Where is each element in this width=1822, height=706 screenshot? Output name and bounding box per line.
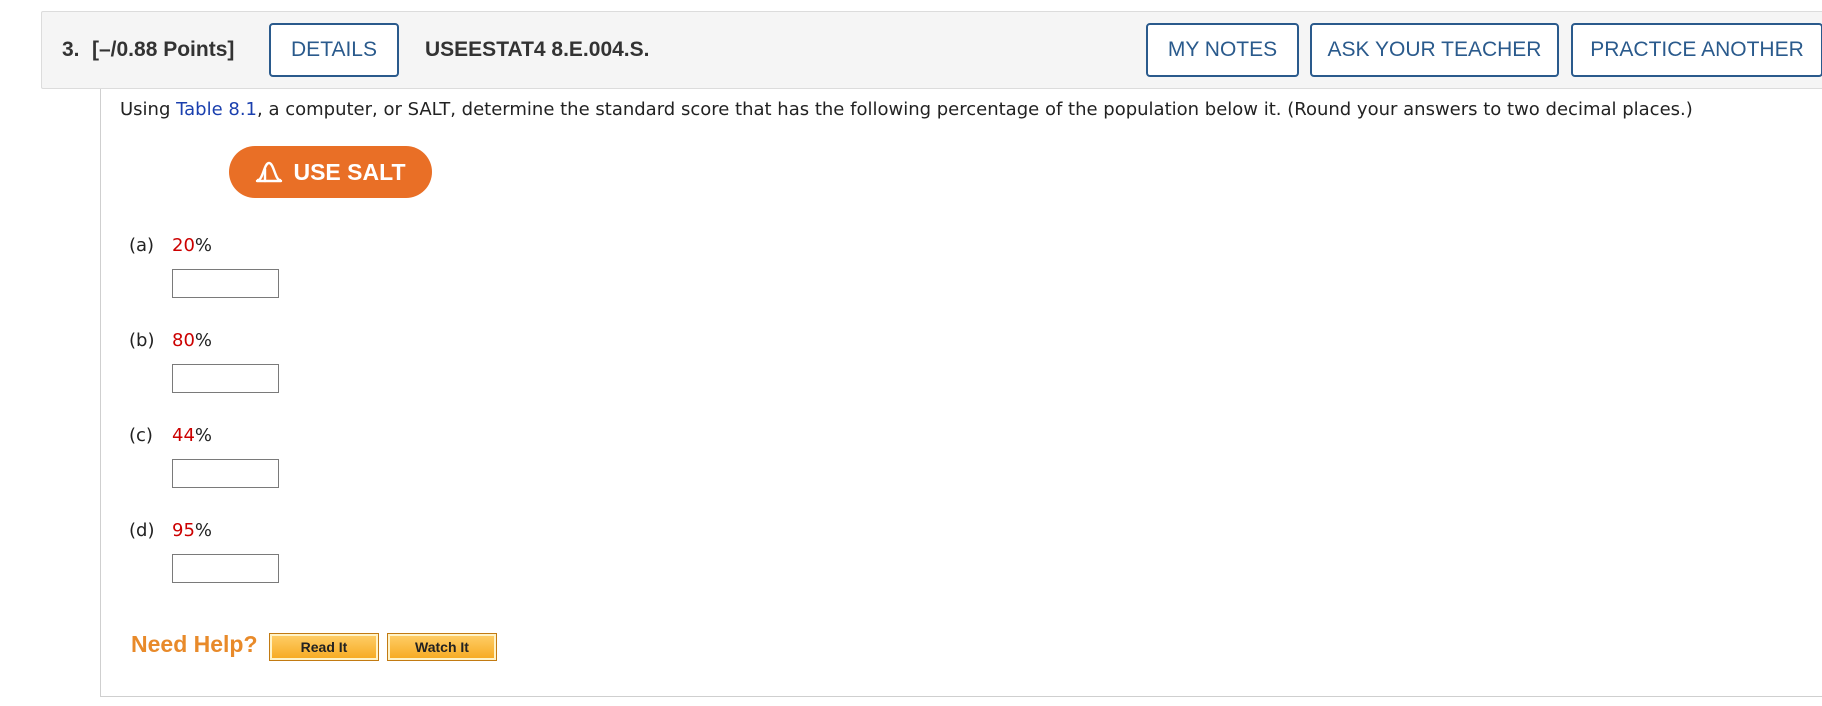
part-c-prompt: (c) 44% bbox=[129, 425, 212, 446]
part-a-answer-input[interactable] bbox=[172, 269, 279, 298]
part-d-label: (d) bbox=[129, 520, 155, 541]
part-a-value: 20 bbox=[172, 235, 195, 256]
part-d-answer-input[interactable] bbox=[172, 554, 279, 583]
read-it-button[interactable]: Read It bbox=[269, 633, 379, 661]
need-help-title: Need Help? bbox=[131, 631, 258, 657]
part-b-answer-input[interactable] bbox=[172, 364, 279, 393]
bell-curve-icon bbox=[256, 161, 283, 183]
question-header: 3. [–/0.88 Points] DETAILS USEESTAT4 8.E… bbox=[41, 11, 1822, 89]
part-a-unit: % bbox=[194, 235, 213, 256]
watch-it-button[interactable]: Watch It bbox=[387, 633, 497, 661]
part-b-prompt: (b) 80% bbox=[129, 330, 212, 351]
part-b-label: (b) bbox=[129, 330, 155, 351]
question-points: [–/0.88 Points] bbox=[92, 38, 235, 61]
question-prompt: Using Table 8.1, a computer, or SALT, de… bbox=[120, 96, 1693, 124]
part-c-value: 44 bbox=[172, 425, 195, 446]
table-8-1-link[interactable]: Table 8.1 bbox=[176, 99, 257, 120]
problem-code: USEESTAT4 8.E.004.S. bbox=[425, 38, 650, 61]
question-panel: Using Table 8.1, a computer, or SALT, de… bbox=[100, 89, 1822, 697]
prompt-text-end: , a computer, or SALT, determine the sta… bbox=[257, 99, 1693, 120]
my-notes-button[interactable]: MY NOTES bbox=[1146, 23, 1299, 77]
part-c-answer-input[interactable] bbox=[172, 459, 279, 488]
ask-your-teacher-button[interactable]: ASK YOUR TEACHER bbox=[1310, 23, 1559, 77]
details-button[interactable]: DETAILS bbox=[269, 23, 399, 77]
use-salt-button[interactable]: USE SALT bbox=[229, 146, 432, 198]
part-d-unit: % bbox=[194, 520, 213, 541]
part-b-unit: % bbox=[194, 330, 213, 351]
prompt-text-start: Using bbox=[120, 99, 177, 120]
practice-another-button[interactable]: PRACTICE ANOTHER bbox=[1571, 23, 1822, 77]
part-b-value: 80 bbox=[172, 330, 195, 351]
part-c-unit: % bbox=[194, 425, 213, 446]
use-salt-label: USE SALT bbox=[293, 158, 406, 185]
part-a-prompt: (a) 20% bbox=[129, 235, 212, 256]
part-d-prompt: (d) 95% bbox=[129, 520, 212, 541]
question-number: 3. bbox=[62, 38, 80, 61]
part-d-value: 95 bbox=[172, 520, 195, 541]
part-a-label: (a) bbox=[129, 235, 155, 256]
part-c-label: (c) bbox=[129, 425, 153, 446]
